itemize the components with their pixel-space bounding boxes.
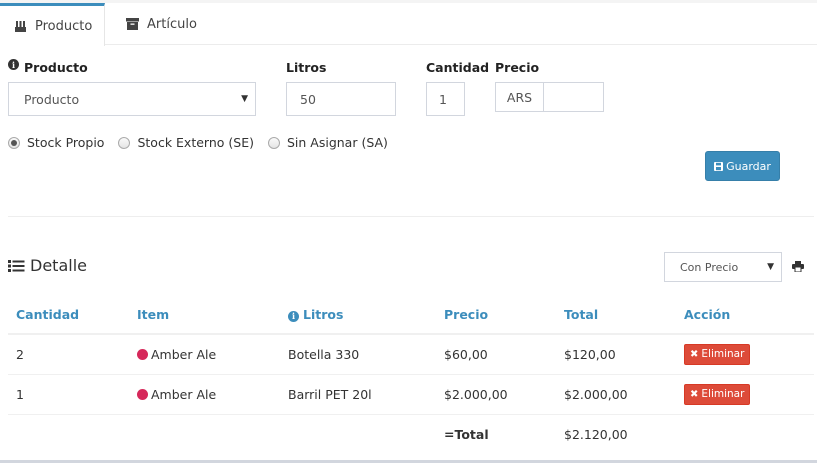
detalle-title: Detalle	[30, 256, 87, 275]
tab-articulo-label: Artículo	[147, 16, 197, 32]
close-icon: ✖	[690, 388, 699, 400]
radio-sin-asignar[interactable]: Sin Asignar (SA)	[267, 135, 388, 150]
tab-articulo[interactable]: Artículo	[126, 3, 197, 45]
save-button-label: Guardar	[726, 159, 771, 173]
currency-label: ARS	[506, 89, 533, 105]
producto-select[interactable]: Producto ▼	[8, 82, 256, 116]
cell-item: Amber Ale	[129, 374, 280, 415]
floppy-disk-icon	[714, 161, 724, 171]
litros-label: Litros	[286, 60, 327, 75]
currency-addon: ARS	[495, 82, 544, 112]
delete-button[interactable]: ✖ Eliminar	[684, 343, 751, 365]
cell-item-label: Amber Ale	[151, 346, 217, 362]
beer-crate-icon	[14, 20, 27, 33]
price-filter-value: Con Precio	[680, 260, 739, 274]
cell-total: $2.000,00	[556, 374, 676, 415]
precio-input[interactable]	[543, 82, 604, 112]
info-icon[interactable]: i	[8, 59, 19, 70]
cantidad-label: Cantidad	[426, 60, 490, 75]
cell-litros: Barril PET 20l	[280, 374, 436, 415]
detalle-table: Cantidad Item i Litros Precio Total Acció…	[8, 296, 814, 454]
column-header-total[interactable]: Total	[556, 296, 676, 335]
delete-button[interactable]: ✖ Eliminar	[684, 383, 751, 405]
column-header-cantidad[interactable]: Cantidad	[8, 296, 129, 335]
print-icon[interactable]	[792, 261, 804, 276]
radio-stock-propio-label: Stock Propio	[27, 135, 105, 150]
litros-input[interactable]: 50	[286, 82, 396, 116]
detalle-heading: Detalle	[8, 256, 87, 275]
cantidad-input[interactable]: 1	[426, 82, 465, 116]
tab-bar: Producto Artículo	[0, 3, 817, 46]
archive-box-icon	[126, 18, 139, 30]
stock-radio-group: Stock Propio Stock Externo (SE) Sin Asig…	[8, 135, 402, 150]
column-header-litros[interactable]: i Litros	[280, 296, 436, 335]
close-icon: ✖	[690, 348, 699, 360]
cell-item: Amber Ale	[129, 334, 280, 375]
tab-producto-label: Producto	[35, 18, 93, 34]
cell-accion: ✖ Eliminar	[676, 374, 814, 415]
tab-producto[interactable]: Producto	[0, 3, 105, 46]
column-header-accion[interactable]: Acción	[676, 296, 814, 335]
cell-accion: ✖ Eliminar	[676, 334, 814, 375]
radio-button[interactable]	[118, 136, 131, 149]
radio-sin-asignar-label: Sin Asignar (SA)	[286, 135, 388, 150]
item-color-dot	[137, 348, 148, 360]
cell-precio: $2.000,00	[436, 374, 556, 415]
delete-button-label: Eliminar	[701, 388, 745, 400]
producto-label: Producto	[24, 60, 88, 75]
column-header-precio[interactable]: Precio	[436, 296, 556, 335]
cell-litros: Botella 330	[280, 334, 436, 375]
cell-cantidad: 1	[8, 374, 129, 415]
table-total-row: =Total $2.120,00	[8, 414, 814, 454]
caret-down-icon: ▼	[767, 262, 774, 272]
total-label: =Total	[444, 426, 489, 442]
info-icon: i	[288, 310, 299, 322]
table-row: 1 Amber Ale Barril PET 20l $2.000,00 $2.…	[8, 374, 814, 415]
cell-total: $120,00	[556, 334, 676, 375]
cell-cantidad: 2	[8, 334, 129, 375]
column-header-item[interactable]: Item	[129, 296, 280, 335]
litros-value: 50	[300, 91, 316, 107]
item-color-dot	[137, 388, 148, 400]
cell-precio: $60,00	[436, 334, 556, 375]
radio-button[interactable]	[267, 136, 280, 149]
radio-stock-externo-label: Stock Externo (SE)	[137, 135, 254, 150]
column-header-litros-label: Litros	[303, 307, 344, 322]
delete-button-label: Eliminar	[701, 348, 745, 361]
price-filter-select[interactable]: Con Precio ▼	[664, 252, 782, 282]
total-value: $2.120,00	[564, 426, 628, 442]
table-row: 2 Amber Ale Botella 330 $60,00 $120,00 ✖…	[8, 334, 814, 375]
cell-item-label: Amber Ale	[151, 386, 217, 402]
section-divider	[8, 216, 814, 217]
radio-button-checked[interactable]	[8, 136, 20, 149]
radio-stock-externo[interactable]: Stock Externo (SE)	[118, 135, 254, 150]
table-header-row: Cantidad Item i Litros Precio Total Acció…	[8, 296, 814, 335]
producto-select-value: Producto	[24, 91, 80, 107]
save-button[interactable]: Guardar	[705, 151, 780, 181]
radio-stock-propio[interactable]: Stock Propio	[8, 135, 104, 150]
precio-label: Precio	[495, 60, 540, 75]
caret-down-icon: ▼	[241, 94, 248, 104]
list-icon	[8, 259, 25, 273]
cantidad-value: 1	[439, 91, 447, 107]
